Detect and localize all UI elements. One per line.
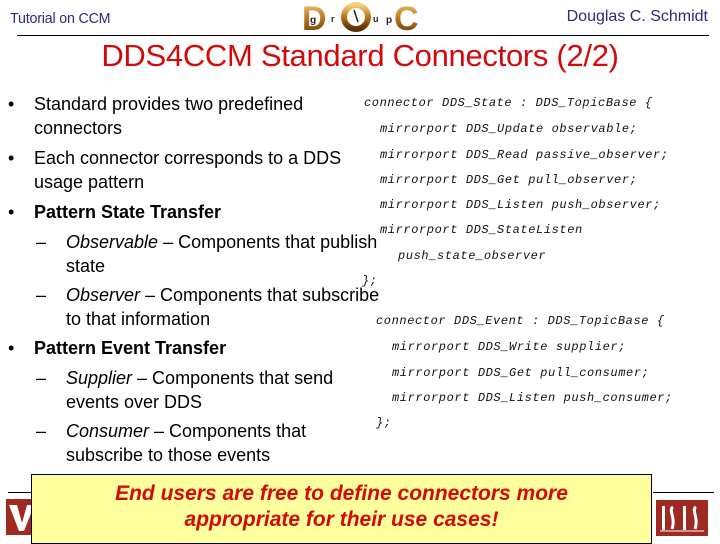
code-line: mirrorport DDS_Write supplier; [392,340,627,354]
isis-logo [656,500,708,536]
callout-line-1: End users are free to define connectors … [115,482,568,505]
logo-letter-c: C [394,0,419,34]
bullet-marker: • [8,202,15,222]
code-line: push_state_observer [398,249,547,263]
sub-bullet-item: – Observable – Components that publish st… [0,230,380,278]
bullet-text: Consumer [66,421,150,441]
code-line: mirrorport DDS_Get pull_consumer; [392,366,650,380]
dash-marker: – [36,421,47,441]
bullet-item: • Pattern Event Transfer [0,336,380,360]
code-line: mirrorport DDS_Listen push_consumer; [392,391,673,405]
code-line: connector DDS_State : DDS_TopicBase { [364,96,653,110]
bullet-item: • Each connector corresponds to a DDS usa… [0,146,380,194]
bullet-text: Each connector corresponds to a DDS usag… [34,148,342,192]
header-left-title: Tutorial on CCM [10,10,111,27]
dash-marker: – [36,285,47,305]
bullet-marker: • [8,94,15,114]
code-line: mirrorport DDS_Listen push_observer; [380,198,661,212]
code-line: }; [362,274,378,288]
code-line: mirrorport DDS_Read passive_observer; [380,148,669,162]
vanderbilt-logo [6,499,32,535]
code-line: mirrorport DDS_Get pull_observer; [380,173,638,187]
bullet-text: Standard provides two predefined connect… [34,94,304,138]
footer-divider-right [653,492,714,493]
sub-bullet-item: – Consumer – Components that subscribe to… [0,419,380,467]
code-line: mirrorport DDS_StateListen [380,223,583,237]
callout-line-2: appropriate for their use cases! [184,508,499,531]
code-line: mirrorport DDS_Update observable; [380,122,638,136]
slide-title: DDS4CCM Standard Connectors (2/2) [101,38,619,73]
bullet-text: Observer [66,285,141,305]
logo-letter-g: g [310,15,316,26]
header-author: Douglas C. Schmidt [566,8,708,25]
bullet-text: Pattern State Transfer [34,202,222,222]
header-divider [17,35,709,36]
sub-bullet-item: – Supplier – Components that send events … [0,366,380,414]
bullet-marker: • [8,148,15,168]
callout-box: End users are free to define connectors … [31,474,652,544]
bullet-marker: • [8,338,15,358]
footer-divider-left [8,492,33,493]
logo-letter-r: r [331,14,335,24]
bullet-item: • Standard provides two predefined connec… [0,92,380,140]
bullet-list: • Standard provides two predefined connec… [0,92,380,472]
logo-letter-p: p [386,15,392,26]
logo-clock-hand [353,9,359,23]
dash-marker: – [36,232,47,252]
logo-letter-u: u [373,14,379,24]
bullet-text: Supplier [66,368,133,388]
bullet-text: Observable [66,232,159,252]
code-line: connector DDS_Event : DDS_TopicBase { [376,314,665,328]
sub-bullet-item: – Observer – Components that subscribe to… [0,283,380,331]
bullet-text: Pattern Event Transfer [34,338,227,358]
code-line: }; [376,416,392,430]
bullet-item: • Pattern State Transfer [0,200,380,224]
dash-marker: – [36,368,47,388]
doc-group-logo: D g r u p C [302,0,419,34]
